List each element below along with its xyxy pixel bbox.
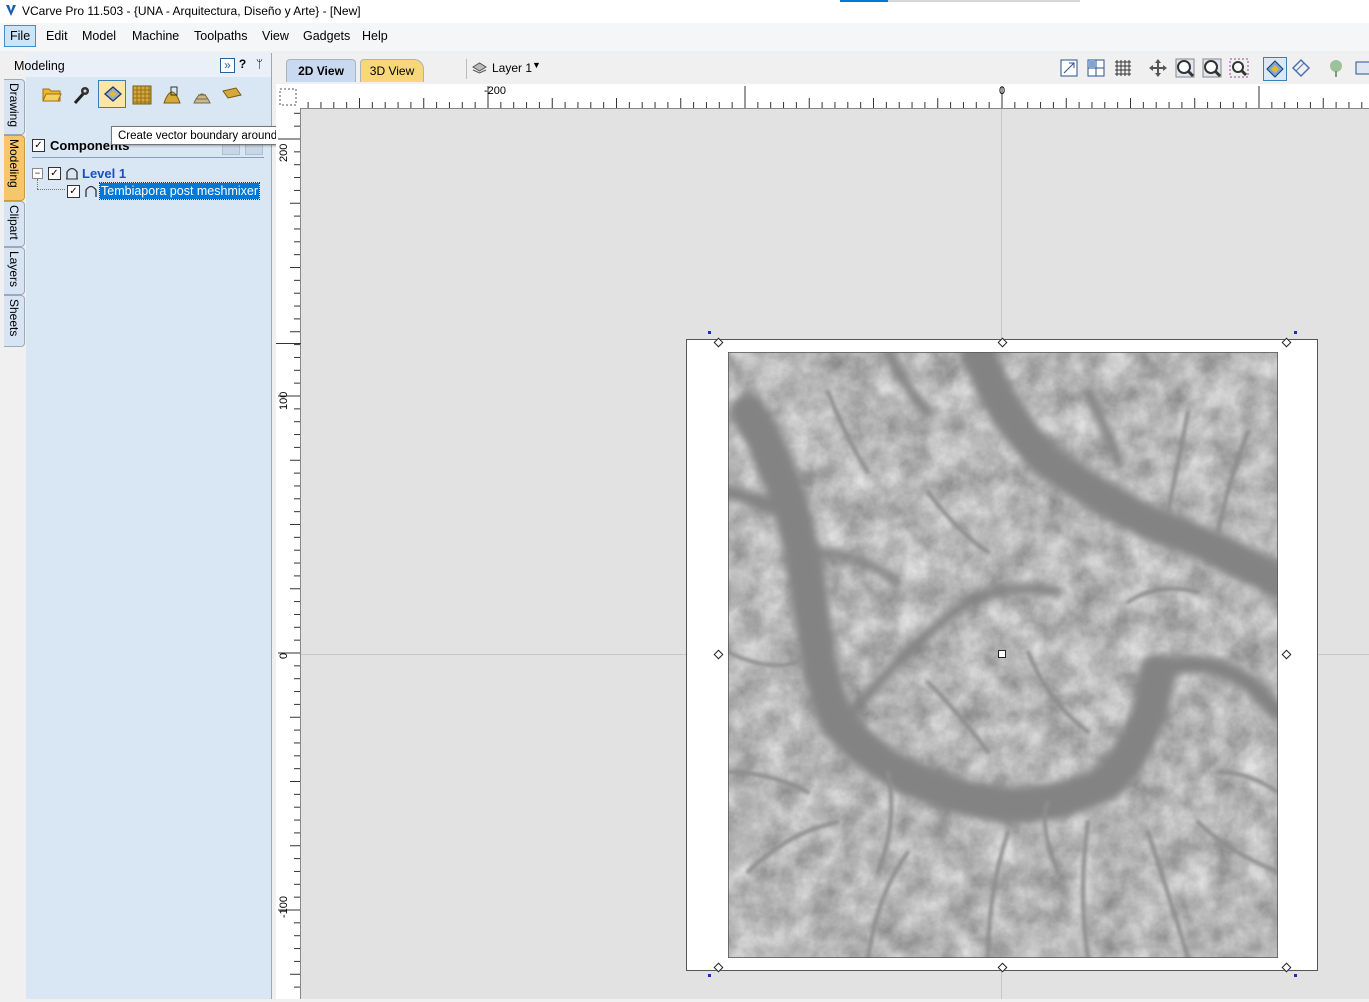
modeling-panel: Modeling » ? ᛘ ✓ Components − ✓ Level 1 …	[14, 53, 272, 999]
components-checkbox[interactable]: ✓	[32, 139, 45, 152]
slice-icon[interactable]	[188, 81, 214, 107]
node-edit-icon[interactable]	[1290, 57, 1312, 79]
side-tab-sheets-label: Sheets	[7, 299, 21, 337]
level-checkbox[interactable]: ✓	[48, 167, 61, 180]
menu-gadgets[interactable]: Gadgets	[298, 26, 355, 46]
grid-icon[interactable]	[1112, 57, 1134, 79]
center-handle[interactable]	[998, 650, 1006, 658]
tree-collapse-toggle[interactable]: −	[32, 168, 43, 179]
panel-pin-icon[interactable]: ᛘ	[253, 58, 266, 71]
ruler-corner[interactable]	[276, 84, 303, 109]
bound-corner-bottom-left[interactable]	[708, 974, 711, 977]
tab-3d-view[interactable]: 3D View	[360, 59, 424, 82]
zoom-in-icon[interactable]	[1174, 57, 1196, 79]
bound-corner-top-left[interactable]	[708, 331, 711, 334]
component-checkbox[interactable]: ✓	[67, 185, 80, 198]
title-accent-gray	[888, 0, 1080, 2]
menu-machine[interactable]: Machine	[127, 26, 184, 46]
open-component-icon[interactable]	[38, 81, 64, 107]
chevron-down-icon: ▼	[532, 60, 541, 70]
bound-corner-bottom-right[interactable]	[1294, 974, 1297, 977]
title-accent	[840, 0, 888, 2]
pan-icon[interactable]	[1147, 57, 1169, 79]
modeling-toolbar	[38, 80, 268, 111]
vertical-ruler-ticks	[278, 112, 300, 988]
panel-title: Modeling	[14, 59, 65, 73]
side-tab-drawing[interactable]: Drawing	[4, 79, 25, 135]
layers-icon	[472, 62, 487, 74]
ruler-left-label-0: 0	[278, 652, 290, 659]
panel-help-icon[interactable]: ?	[236, 58, 249, 71]
ruler-top-label-minus-200: -200	[484, 85, 507, 97]
horizontal-ruler-ticks	[307, 86, 1363, 108]
view-layout-icon[interactable]	[1085, 57, 1107, 79]
menu-bar: File Edit Model Machine Toolpaths View G…	[0, 23, 1369, 51]
menu-view[interactable]: View	[257, 26, 294, 46]
side-tab-modeling[interactable]: Modeling	[4, 135, 25, 201]
ruler-left-label-minus-100: -100	[278, 895, 290, 918]
panel-dock-icon[interactable]: »	[220, 58, 235, 73]
tree-line	[37, 179, 39, 189]
ruler-top-label-0: 0	[999, 85, 1006, 97]
sculpt-icon[interactable]	[68, 81, 94, 107]
component-label[interactable]: Tembiapora post meshmixer	[98, 182, 261, 200]
vcarve-logo-icon	[6, 5, 16, 16]
zoom-box-icon[interactable]	[1228, 57, 1250, 79]
side-tab-modeling-label: Modeling	[7, 139, 21, 188]
menu-toolpaths[interactable]: Toolpaths	[189, 26, 253, 46]
level-label[interactable]: Level 1	[82, 166, 126, 181]
view-settings-icon[interactable]	[1352, 57, 1369, 79]
side-tab-layers[interactable]: Layers	[4, 247, 25, 295]
vertical-ruler[interactable]: 200 100 0 -100	[276, 108, 301, 999]
components-divider	[32, 157, 264, 158]
zoom-extents-icon[interactable]	[1058, 57, 1080, 79]
menu-edit[interactable]: Edit	[41, 26, 73, 46]
menu-model[interactable]: Model	[77, 26, 121, 46]
level-icon	[66, 167, 78, 180]
vector-boundary-icon[interactable]	[98, 80, 126, 108]
menu-file[interactable]: File	[4, 25, 37, 47]
side-tab-drawing-label: Drawing	[7, 83, 21, 128]
view-toolbar: 2D View 3D View Layer 1 ▼	[276, 53, 1369, 83]
tree-line-h	[37, 189, 65, 191]
side-tab-clipart-label: Clipart	[7, 205, 21, 240]
bitmap-icon[interactable]	[218, 81, 244, 107]
component-tree: − ✓ Level 1 ✓ Tembiapora post meshmixer	[32, 166, 270, 208]
panel-header: Modeling » ? ᛘ	[14, 53, 271, 77]
ruler-material-marker	[276, 343, 301, 344]
side-tab-sheets[interactable]: Sheets	[4, 295, 25, 347]
create-shape-icon[interactable]	[158, 81, 184, 107]
texture-icon[interactable]	[128, 81, 154, 107]
ruler-left-label-200: 200	[278, 143, 290, 162]
model-preview-icon[interactable]	[1325, 57, 1347, 79]
zoom-out-icon[interactable]	[1201, 57, 1223, 79]
ruler-left-label-100: 100	[278, 391, 290, 410]
side-tab-clipart[interactable]: Clipart	[4, 201, 25, 247]
title-bar: VCarve Pro 11.503 - {UNA - Arquitectura,…	[0, 0, 1369, 23]
selection-mode-icon[interactable]	[1263, 57, 1287, 81]
horizontal-ruler[interactable]: -200 0	[302, 84, 1369, 109]
side-tab-strip: Drawing Modeling Clipart Layers Sheets	[0, 75, 26, 999]
tab-2d-view[interactable]: 2D View	[286, 59, 356, 82]
toolbar-separator	[466, 59, 467, 79]
bound-corner-top-right[interactable]	[1294, 331, 1297, 334]
layer-selector-label: Layer 1	[492, 61, 533, 75]
side-tab-layers-label: Layers	[7, 251, 21, 288]
window-title: VCarve Pro 11.503 - {UNA - Arquitectura,…	[22, 4, 361, 18]
menu-help[interactable]: Help	[357, 26, 393, 46]
component-icon	[85, 185, 97, 197]
